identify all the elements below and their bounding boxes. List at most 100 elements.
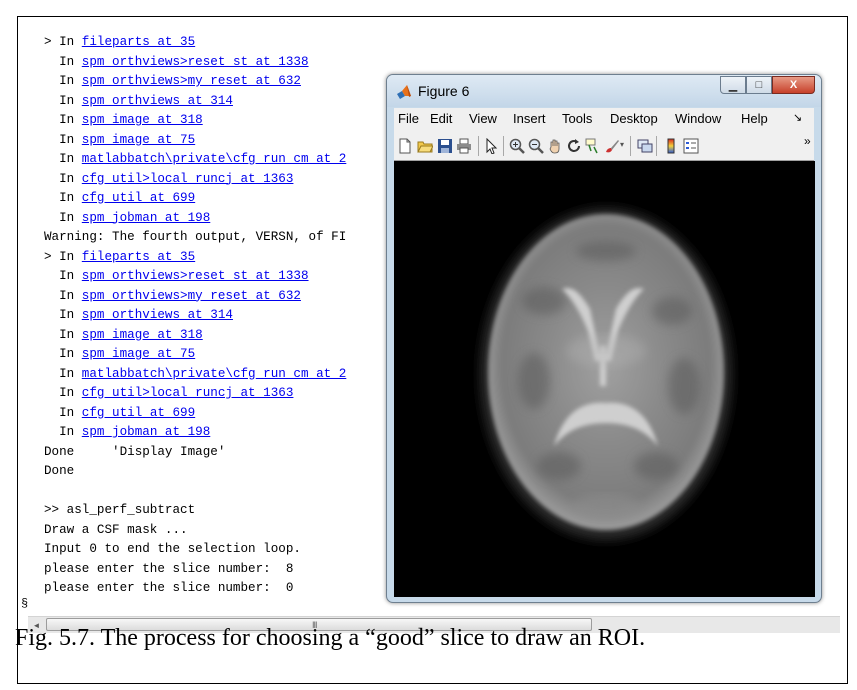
close-button[interactable]: X (772, 76, 815, 94)
console-line: please enter the slice number: 8 (44, 560, 293, 580)
console-link[interactable]: spm_orthviews>my_reset at 632 (82, 74, 301, 88)
print-icon[interactable] (456, 138, 472, 154)
console-link[interactable]: spm_orthviews>reset_st at 1338 (82, 55, 309, 69)
pan-icon[interactable] (547, 138, 563, 154)
console-link[interactable]: spm_image at 75 (82, 133, 195, 147)
console-line: In spm_orthviews>reset_st at 1338 (44, 267, 309, 287)
console-link[interactable]: fileparts at 35 (82, 250, 195, 264)
brain-mri-slice (480, 208, 732, 540)
menu-window[interactable]: Window (675, 111, 721, 126)
menu-tools[interactable]: Tools (562, 111, 592, 126)
console-text: In (44, 366, 82, 381)
console-text: please enter the slice number: 0 (44, 581, 294, 595)
console-text: Draw a CSF mask ... (44, 522, 188, 537)
console-text: please enter the slice number: 8 (44, 561, 294, 576)
console-text: >> asl_perf_subtract (44, 503, 196, 517)
console-link[interactable]: cfg_util>local_runcj at 1363 (82, 386, 294, 400)
console-line: In spm_orthviews at 314 (44, 92, 233, 112)
console-line: Done 'Display Image' (44, 443, 225, 463)
console-link[interactable]: fileparts at 35 (82, 35, 195, 49)
console-link[interactable]: spm_image at 318 (82, 113, 203, 127)
console-line: Done (44, 462, 74, 482)
prompt-stub: § (21, 597, 29, 611)
console-link[interactable]: cfg_util at 699 (82, 406, 195, 420)
console-line: In spm_image at 75 (44, 131, 195, 151)
menu-help[interactable]: Help (741, 111, 768, 126)
menu-edit[interactable]: Edit (430, 111, 452, 126)
toolbar-separator (656, 136, 657, 156)
console-link[interactable]: spm_jobman at 198 (82, 211, 210, 225)
console-text: In (44, 405, 82, 420)
console-text: In (44, 171, 82, 186)
console-line: Input 0 to end the selection loop. (44, 540, 301, 560)
console-line: > In fileparts at 35 (44, 33, 195, 53)
dock-arrow-icon[interactable]: ↘ (793, 111, 802, 124)
pointer-icon[interactable] (483, 138, 499, 154)
menu-file[interactable]: File (398, 111, 419, 126)
console-text: In (44, 191, 82, 205)
console-link[interactable]: spm_image at 75 (82, 347, 195, 361)
console-line: Warning: The fourth output, VERSN, of FI (44, 228, 346, 248)
console-line: In cfg_util>local_runcj at 1363 (44, 384, 293, 404)
console-text: Done 'Display Image' (44, 444, 226, 459)
console-text: In (44, 93, 82, 108)
console-line: In spm_image at 318 (44, 111, 203, 131)
console-line: > In fileparts at 35 (44, 248, 195, 268)
console-link[interactable]: spm_jobman at 198 (82, 425, 210, 439)
console-link[interactable]: spm_image at 318 (82, 328, 203, 342)
console-text: > In (44, 249, 82, 264)
console-text: In (44, 386, 82, 400)
toolbar-overflow-icon[interactable]: » (804, 134, 811, 148)
console-link[interactable]: matlabbatch\private\cfg_run_cm at 2 (82, 152, 347, 166)
console-text: In (44, 425, 82, 439)
console-text: Done (44, 464, 75, 478)
console-link[interactable]: spm_orthviews>reset_st at 1338 (82, 269, 309, 283)
console-line: In spm_orthviews>my_reset at 632 (44, 72, 301, 92)
console-text: Warning: The fourth output, VERSN, of FI (44, 230, 347, 244)
console-line: In spm_jobman at 198 (44, 423, 210, 443)
console-link[interactable]: spm_orthviews>my_reset at 632 (82, 289, 301, 303)
console-text: Input 0 to end the selection loop. (44, 542, 301, 556)
console-link[interactable]: spm_orthviews at 314 (82, 94, 233, 108)
console-text: In (44, 210, 82, 225)
colorbar-icon[interactable] (663, 138, 679, 154)
console-text: In (44, 288, 82, 303)
data-cursor-icon[interactable] (585, 138, 601, 154)
zoom-in-icon[interactable] (509, 138, 525, 154)
new-figure-icon[interactable] (397, 138, 413, 154)
console-link[interactable]: cfg_util at 699 (82, 191, 195, 205)
legend-icon[interactable] (683, 138, 699, 154)
console-link[interactable]: cfg_util>local_runcj at 1363 (82, 172, 294, 186)
brush-dropdown-icon[interactable]: ▾ (620, 140, 624, 149)
save-icon[interactable] (437, 138, 453, 154)
minimize-button[interactable]: ▁ (720, 76, 746, 94)
console-text: In (44, 152, 82, 166)
console-text: In (44, 327, 82, 342)
console-line: Draw a CSF mask ... (44, 521, 188, 541)
console-link[interactable]: spm_orthviews at 314 (82, 308, 233, 322)
menu-desktop[interactable]: Desktop (610, 111, 658, 126)
menu-view[interactable]: View (469, 111, 497, 126)
toolbar-separator (478, 136, 479, 156)
console-line: In spm_image at 75 (44, 345, 195, 365)
figure-frame: > In fileparts at 35 In spm_orthviews>re… (17, 16, 848, 684)
console-line: In spm_orthviews>my_reset at 632 (44, 287, 301, 307)
link-plot-icon[interactable] (637, 138, 653, 154)
brush-icon[interactable] (604, 138, 620, 154)
console-line: In spm_orthviews at 314 (44, 306, 233, 326)
mri-image-axes[interactable] (394, 161, 815, 597)
menu-insert[interactable]: Insert (513, 111, 546, 126)
rotate-icon[interactable] (566, 138, 582, 154)
console-line: In spm_image at 318 (44, 326, 203, 346)
figure-window[interactable]: Figure 6 ▁ □ X File Edit View Insert Too… (386, 74, 822, 603)
console-link[interactable]: matlabbatch\private\cfg_run_cm at 2 (82, 367, 347, 381)
open-file-icon[interactable] (417, 138, 433, 154)
window-controls: ▁ □ X (720, 76, 815, 94)
maximize-button[interactable]: □ (746, 76, 772, 94)
zoom-out-icon[interactable] (528, 138, 544, 154)
console-text: In (44, 132, 82, 147)
figure-caption: Fig. 5.7. The process for choosing a “go… (15, 625, 646, 651)
window-titlebar[interactable]: Figure 6 ▁ □ X (387, 75, 821, 107)
console-line: In matlabbatch\private\cfg_run_cm at 2 (44, 150, 346, 170)
console-line: please enter the slice number: 0 (44, 579, 293, 599)
